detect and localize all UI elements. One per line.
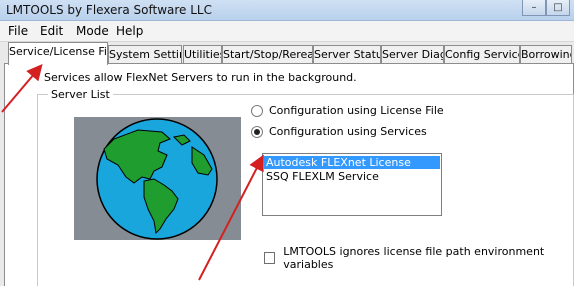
radio-license-file-label: Configuration using License File bbox=[269, 104, 444, 117]
globe-image bbox=[74, 117, 241, 240]
radio-services-circle[interactable] bbox=[251, 125, 263, 138]
tab-server-status[interactable]: Server Status bbox=[313, 45, 381, 64]
menu-help[interactable]: Help bbox=[116, 24, 143, 38]
tab-utilities[interactable]: Utilities bbox=[183, 45, 222, 64]
description-text: Services allow FlexNet Servers to run in… bbox=[44, 71, 357, 84]
tab-service-license-file[interactable]: Service/License File bbox=[8, 42, 108, 65]
maximize-icon[interactable]: □ bbox=[546, 0, 570, 16]
tab-borrowing[interactable]: Borrowing bbox=[520, 45, 572, 64]
menu-mode[interactable]: Mode bbox=[76, 24, 109, 38]
list-item[interactable]: SSQ FLEXLM Service bbox=[264, 170, 440, 183]
window-controls: – □ bbox=[522, 0, 570, 16]
earth-globe-icon bbox=[96, 118, 218, 240]
ignore-env-checkbox[interactable]: LMTOOLS ignores license file path enviro… bbox=[264, 245, 574, 271]
menu-edit[interactable]: Edit bbox=[40, 24, 63, 38]
checkbox-box[interactable] bbox=[264, 252, 276, 264]
minimize-icon[interactable]: – bbox=[522, 0, 546, 16]
service-listbox[interactable]: Autodesk FLEXnet License Server SSQ FLEX… bbox=[262, 153, 442, 216]
title-bar: LMTOOLS by Flexera Software LLC – □ bbox=[0, 0, 574, 21]
tab-server-diags[interactable]: Server Diags bbox=[381, 45, 444, 64]
window-title: LMTOOLS by Flexera Software LLC bbox=[6, 3, 212, 17]
tab-strip: Service/License File System Settings Uti… bbox=[0, 42, 574, 65]
checkbox-label: LMTOOLS ignores license file path enviro… bbox=[283, 245, 545, 271]
tab-start-stop-reread[interactable]: Start/Stop/Reread bbox=[222, 45, 313, 64]
tab-system-settings[interactable]: System Settings bbox=[108, 45, 182, 64]
radio-services-label: Configuration using Services bbox=[269, 125, 427, 138]
tab-config-services[interactable]: Config Services bbox=[444, 45, 520, 64]
menu-bar: File Edit Mode Help bbox=[0, 21, 574, 42]
list-item[interactable]: Autodesk FLEXnet License Server bbox=[264, 156, 440, 182]
radio-license-file[interactable]: Configuration using License File bbox=[251, 104, 444, 117]
radio-selected-dot bbox=[254, 128, 260, 135]
menu-file[interactable]: File bbox=[8, 24, 28, 38]
server-list-label: Server List bbox=[48, 88, 113, 101]
radio-services[interactable]: Configuration using Services bbox=[251, 125, 427, 138]
radio-license-file-circle[interactable] bbox=[251, 104, 263, 117]
